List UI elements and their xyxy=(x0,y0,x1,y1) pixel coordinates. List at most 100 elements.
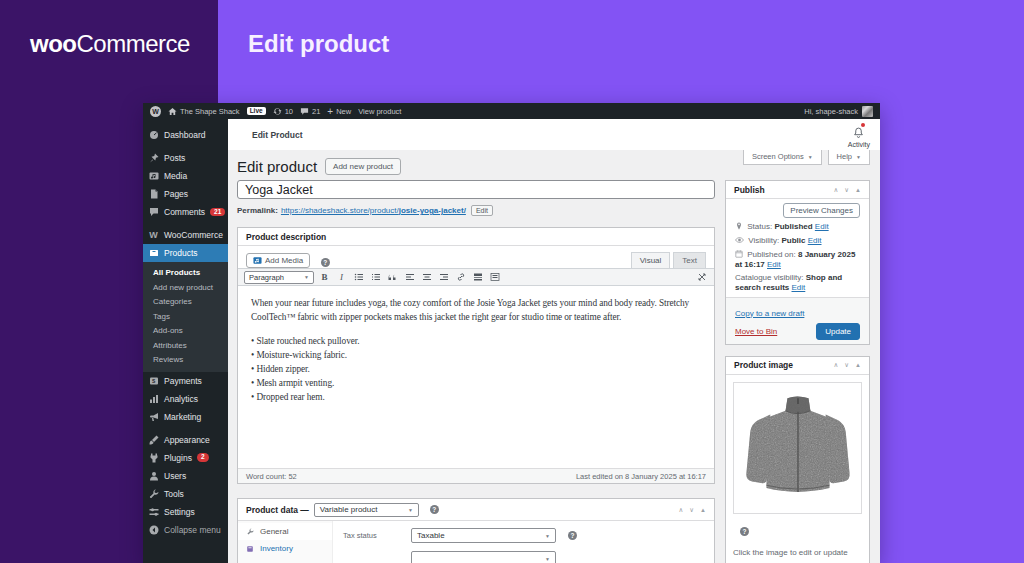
sidebar-item-woocommerce[interactable]: W WooCommerce xyxy=(143,226,228,244)
product-image-thumbnail[interactable] xyxy=(733,382,862,514)
submenu-reviews[interactable]: Reviews xyxy=(143,352,228,367)
sidebar-item-plugins[interactable]: Plugins 2 xyxy=(143,449,228,467)
product-type-select[interactable]: Variable product▼ xyxy=(314,503,419,517)
paragraph-format-select[interactable]: Paragraph▼ xyxy=(244,271,314,284)
link-button[interactable] xyxy=(454,271,467,284)
submenu-add-new-product[interactable]: Add new product xyxy=(143,280,228,295)
help-icon[interactable]: ? xyxy=(321,258,330,267)
submenu-add-ons[interactable]: Add-ons xyxy=(143,323,228,338)
toggle-panel-icon[interactable]: ▲ xyxy=(700,507,706,513)
tab-general[interactable]: General xyxy=(238,523,332,540)
fullscreen-button[interactable] xyxy=(695,271,708,284)
wordpress-logo-icon[interactable]: W xyxy=(150,106,161,117)
move-up-icon[interactable]: ∧ xyxy=(834,186,839,194)
align-center-button[interactable] xyxy=(420,271,433,284)
edit-visibility-link[interactable]: Edit xyxy=(808,236,822,245)
sidebar-item-marketing[interactable]: Marketing xyxy=(143,408,228,426)
move-down-icon[interactable]: ∨ xyxy=(844,186,849,194)
copy-to-draft-link[interactable]: Copy to a new draft xyxy=(735,309,804,318)
adminbar-greeting[interactable]: Hi, shape-shack xyxy=(804,107,858,116)
move-up-icon[interactable]: ∧ xyxy=(834,361,839,369)
screen-options-button[interactable]: Screen Options▼ xyxy=(743,150,822,165)
submenu-attributes[interactable]: Attributes xyxy=(143,338,228,353)
tab-visual[interactable]: Visual xyxy=(631,252,671,268)
toggle-panel-icon[interactable]: ▲ xyxy=(855,362,861,368)
plugin-icon xyxy=(148,452,159,463)
editor-content[interactable]: When your near future includes yoga, the… xyxy=(238,286,714,468)
editor-toolbar: Paragraph▼ B I xyxy=(238,268,714,286)
submenu-categories[interactable]: Categories xyxy=(143,294,228,309)
updates-icon xyxy=(273,107,282,116)
activity-widget[interactable]: Activity xyxy=(848,124,870,148)
help-button[interactable]: Help▼ xyxy=(828,150,870,165)
bulleted-list-button[interactable] xyxy=(352,271,365,284)
permalink-edit-button[interactable]: Edit xyxy=(471,205,493,216)
chevron-down-icon: ▼ xyxy=(856,154,861,160)
add-media-button[interactable]: Add Media xyxy=(246,253,310,268)
image-hint-text[interactable]: Click the image to edit or update xyxy=(733,548,862,557)
page-header-bar: Edit Product Activity xyxy=(228,119,880,150)
general-tab-icon xyxy=(246,528,255,536)
move-down-icon[interactable]: ∨ xyxy=(689,506,694,514)
tax-class-select[interactable]: ▼ xyxy=(411,551,556,563)
align-left-button[interactable] xyxy=(403,271,416,284)
submenu-tags[interactable]: Tags xyxy=(143,309,228,324)
align-right-button[interactable] xyxy=(437,271,450,284)
media-button-icon xyxy=(253,256,262,265)
toolbar-toggle-button[interactable] xyxy=(488,271,501,284)
sidebar-item-products[interactable]: Products xyxy=(143,244,228,262)
move-to-bin-link[interactable]: Move to Bin xyxy=(735,327,777,336)
sidebar-item-pages[interactable]: Pages xyxy=(143,185,228,203)
product-title-input[interactable]: Yoga Jacket xyxy=(237,180,715,199)
edit-published-link[interactable]: Edit xyxy=(767,260,781,269)
product-image-header[interactable]: Product image ∧ ∨ ▲ xyxy=(726,357,869,375)
woocommerce-logo: wooCommerce xyxy=(30,30,190,58)
blockquote-button[interactable] xyxy=(386,271,399,284)
sidebar-item-users[interactable]: Users xyxy=(143,467,228,485)
tab-text[interactable]: Text xyxy=(673,252,706,268)
home-icon xyxy=(168,107,177,116)
frame-page-title: Edit product xyxy=(248,30,389,58)
edit-status-link[interactable]: Edit xyxy=(815,222,829,231)
publish-panel-header[interactable]: Publish ∧ ∨ ▲ xyxy=(726,181,869,199)
update-button[interactable]: Update xyxy=(816,323,860,340)
read-more-button[interactable] xyxy=(471,271,484,284)
sidebar-item-tools[interactable]: Tools xyxy=(143,485,228,503)
move-up-icon[interactable]: ∧ xyxy=(679,506,684,514)
adminbar-site[interactable]: The Shape Shack xyxy=(168,107,240,116)
adminbar-updates[interactable]: 10 xyxy=(273,107,293,116)
italic-button[interactable]: I xyxy=(335,271,348,284)
adminbar-comments[interactable]: 21 xyxy=(300,107,320,116)
adminbar-view-product[interactable]: View product xyxy=(358,107,401,116)
publish-panel: Publish ∧ ∨ ▲ Preview Changes xyxy=(725,180,870,345)
status-row: Status: Published Edit xyxy=(735,222,860,233)
help-icon[interactable]: ? xyxy=(740,527,749,536)
sidebar-item-dashboard[interactable]: Dashboard xyxy=(143,126,228,144)
adminbar-new[interactable]: + New xyxy=(327,106,351,117)
help-icon[interactable]: ? xyxy=(568,531,577,540)
jacket-image xyxy=(735,385,860,511)
sidebar-item-appearance[interactable]: Appearance xyxy=(143,431,228,449)
sidebar-item-analytics[interactable]: Analytics xyxy=(143,390,228,408)
sidebar-item-settings[interactable]: Settings xyxy=(143,503,228,521)
description-panel-header[interactable]: Product description xyxy=(238,228,714,246)
numbered-list-button[interactable] xyxy=(369,271,382,284)
tax-status-select[interactable]: Taxable▼ xyxy=(411,528,556,543)
sidebar-item-media[interactable]: Media xyxy=(143,167,228,185)
tab-inventory[interactable]: Inventory xyxy=(238,540,332,557)
sidebar-item-comments[interactable]: Comments 21 xyxy=(143,203,228,221)
sidebar-item-payments[interactable]: S Payments xyxy=(143,372,228,390)
preview-changes-button[interactable]: Preview Changes xyxy=(783,203,860,218)
edit-catalogue-link[interactable]: Edit xyxy=(792,283,806,292)
product-image-panel: Product image ∧ ∨ ▲ xyxy=(725,356,870,563)
sidebar-item-posts[interactable]: Posts xyxy=(143,149,228,167)
submenu-all-products[interactable]: All Products xyxy=(143,265,228,280)
move-down-icon[interactable]: ∨ xyxy=(844,361,849,369)
sidebar-collapse-menu[interactable]: Collapse menu xyxy=(143,521,228,539)
bold-button[interactable]: B xyxy=(318,271,331,284)
add-new-product-button[interactable]: Add new product xyxy=(325,158,401,175)
help-icon[interactable]: ? xyxy=(430,505,439,514)
toggle-panel-icon[interactable]: ▲ xyxy=(855,187,861,193)
permalink-link[interactable]: https://shadeshack.store/product/josie-y… xyxy=(281,206,466,215)
description-bullet-list: Slate rouched neck pullover. Moisture-wi… xyxy=(251,335,701,405)
